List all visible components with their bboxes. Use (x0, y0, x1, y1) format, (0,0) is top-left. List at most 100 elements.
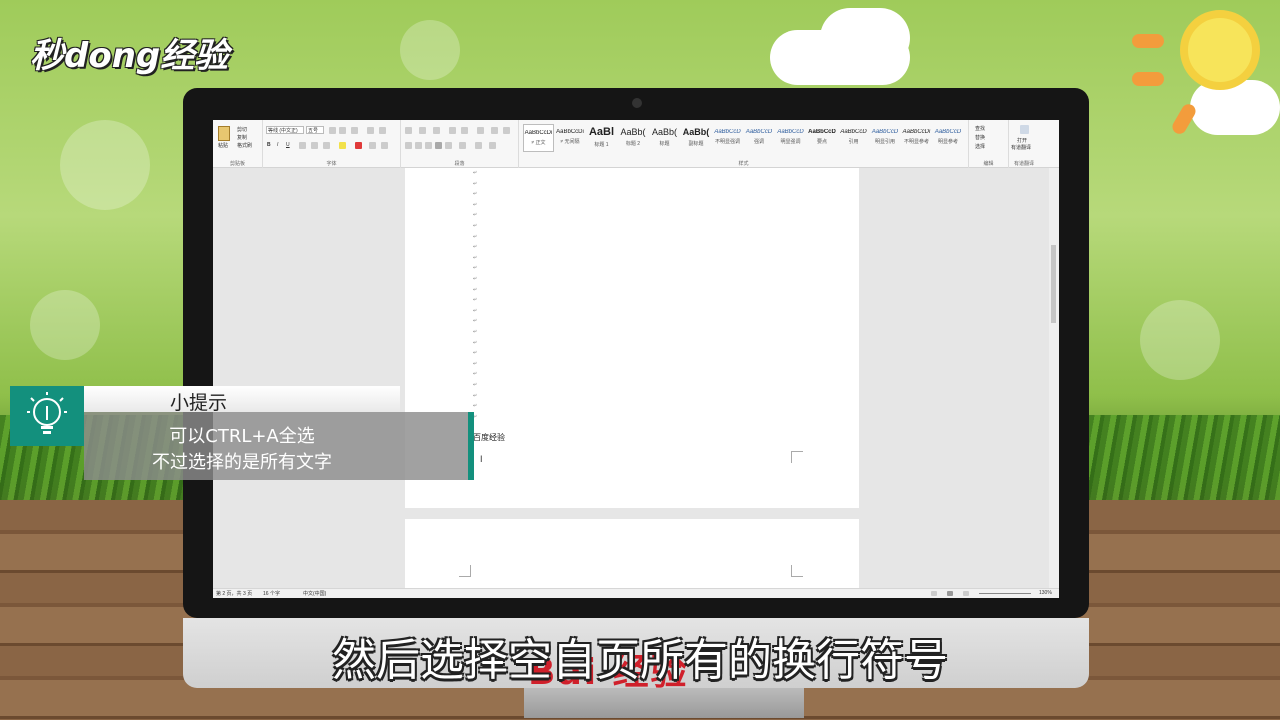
paragraph-mark: ↵ (473, 318, 478, 325)
paragraph-mark: ↵ (473, 392, 478, 399)
enclose-char-icon[interactable] (381, 142, 388, 149)
translate-button-line2[interactable]: 有道翻译 (1011, 144, 1031, 151)
align-center-icon[interactable] (415, 142, 422, 149)
bokeh-light (30, 290, 100, 360)
web-layout-icon[interactable] (963, 591, 969, 596)
word-count[interactable]: 16 个字 (263, 590, 280, 597)
print-layout-icon[interactable] (947, 591, 953, 596)
italic-icon[interactable]: I (277, 142, 278, 148)
justify-icon[interactable] (435, 142, 442, 149)
style-sample: AaBbCcD (840, 129, 867, 135)
align-left-icon[interactable] (405, 142, 412, 149)
chinese-layout-icon[interactable] (477, 127, 484, 134)
borders-icon[interactable] (489, 142, 496, 149)
underline-icon[interactable]: U (286, 142, 290, 148)
show-marks-icon[interactable] (503, 127, 510, 134)
bold-icon[interactable]: B (267, 142, 271, 148)
paragraph-mark: ↵ (473, 244, 478, 251)
word-window: 粘贴 剪切 复制 格式刷 剪贴板 等线 (中文正) 五号 B I U 字体 段落… (213, 120, 1059, 598)
font-name-select[interactable]: 等线 (中文正) (266, 126, 304, 134)
cut-button[interactable]: 剪切 (237, 126, 247, 133)
camera-icon (632, 98, 642, 108)
distributed-icon[interactable] (445, 142, 452, 149)
paragraph-mark: ↵ (473, 223, 478, 229)
translate-icon[interactable] (1020, 125, 1029, 134)
margin-corner (459, 565, 471, 577)
shading-icon[interactable] (475, 142, 482, 149)
status-bar: 第 2 页，共 3 页 16 个字 中文(中国) 130% (213, 588, 1059, 598)
style-name: ≠ 无间隔 (560, 139, 580, 145)
paragraph-mark: ↵ (473, 339, 478, 346)
read-mode-icon[interactable] (931, 591, 937, 596)
bullets-icon[interactable] (405, 127, 412, 134)
style-item[interactable]: AaBb(副标题 (681, 124, 712, 152)
font-color-icon[interactable] (355, 142, 362, 149)
format-painter-button[interactable]: 格式刷 (237, 142, 252, 149)
style-item[interactable]: AaBbCcDi ≠ 无间隔 (555, 124, 586, 152)
highlight-icon[interactable] (339, 142, 346, 149)
style-item[interactable]: AaBb(标题 (649, 124, 680, 152)
style-name: 要点 (816, 139, 827, 145)
style-sample: AaBbCcD (714, 129, 741, 135)
select-button[interactable]: 选择 (975, 143, 985, 150)
paragraph-label: 段落 (454, 161, 465, 167)
style-item[interactable]: AaBbCcD 引用 (838, 124, 869, 152)
phonetic-icon[interactable] (379, 127, 386, 134)
clear-format-icon[interactable] (367, 127, 374, 134)
paste-icon[interactable] (218, 126, 230, 141)
styles-label: 样式 (738, 161, 749, 167)
font-size-select[interactable]: 五号 (306, 126, 324, 134)
superscript-icon[interactable] (323, 142, 330, 149)
paste-button[interactable]: 粘贴 (218, 142, 228, 149)
style-item[interactable]: AaBbCcD 要点 (807, 124, 838, 152)
copy-button[interactable]: 复制 (237, 134, 247, 141)
vertical-scrollbar[interactable] (1049, 168, 1059, 588)
style-item[interactable]: AaBbCcD 明显参考 (933, 124, 964, 152)
paragraph-mark: ↵ (473, 233, 478, 240)
line-spacing-icon[interactable] (459, 142, 466, 149)
change-case-icon[interactable] (351, 127, 358, 134)
sun-ray (1132, 34, 1164, 48)
replace-button[interactable]: 替换 (975, 134, 985, 141)
sort-icon[interactable] (491, 127, 498, 134)
subscript-icon[interactable] (311, 142, 318, 149)
language-status[interactable]: 中文(中国) (303, 590, 326, 597)
increase-indent-icon[interactable] (461, 127, 468, 134)
font-label: 字体 (326, 161, 337, 167)
translate-button-line1[interactable]: 打开 (1017, 137, 1027, 144)
document-page[interactable] (405, 519, 859, 589)
multilevel-list-icon[interactable] (433, 127, 440, 134)
style-item[interactable]: AaBbCcDi ≠ 正文 (523, 124, 554, 152)
zoom-slider[interactable] (979, 593, 1031, 594)
paragraph-mark: ↵ (473, 265, 478, 272)
editing-group: 查找 替换 选择 编辑 (969, 120, 1009, 168)
decrease-indent-icon[interactable] (449, 127, 456, 134)
char-shading-icon[interactable] (369, 142, 376, 149)
tip-accent (468, 412, 474, 480)
align-right-icon[interactable] (425, 142, 432, 149)
tip-icon-box (10, 386, 84, 446)
style-name: 明显引用 (874, 139, 895, 145)
paragraph-mark: ↵ (473, 371, 478, 378)
paragraph-mark: ↵ (473, 191, 478, 198)
find-button[interactable]: 查找 (975, 125, 985, 132)
style-item[interactable]: AaBl 标题 1 (586, 124, 617, 152)
grow-font-icon[interactable] (329, 127, 336, 134)
tip-line-2: 不过选择的是所有文字 (152, 452, 332, 473)
paragraph-mark: ↵ (473, 350, 478, 357)
zoom-level[interactable]: 130% (1039, 590, 1052, 596)
numbering-icon[interactable] (419, 127, 426, 134)
page-count[interactable]: 第 2 页，共 3 页 (216, 590, 252, 597)
strikethrough-icon[interactable] (299, 142, 306, 149)
shrink-font-icon[interactable] (339, 127, 346, 134)
style-item[interactable]: AaBbCcD 强调 (744, 124, 775, 152)
document-text[interactable]: 百度经验 (473, 432, 505, 443)
styles-group: AaBbCcDi ≠ 正文 AaBbCcDi ≠ 无间隔 AaBl 标题 1 AaBb(标题… (519, 120, 969, 168)
style-item[interactable]: AaBb(标题 2 (618, 124, 649, 152)
paragraph-mark: ↵ (473, 201, 478, 208)
style-item[interactable]: AaBbCcD 不明显强调 (712, 124, 743, 152)
style-item[interactable]: AaBbCcDi 不明显参考 (901, 124, 932, 152)
style-item[interactable]: AaBbCcD 明显引用 (870, 124, 901, 152)
style-item[interactable]: AaBbCcD 明显强调 (775, 124, 806, 152)
scrollbar-thumb[interactable] (1051, 245, 1056, 323)
